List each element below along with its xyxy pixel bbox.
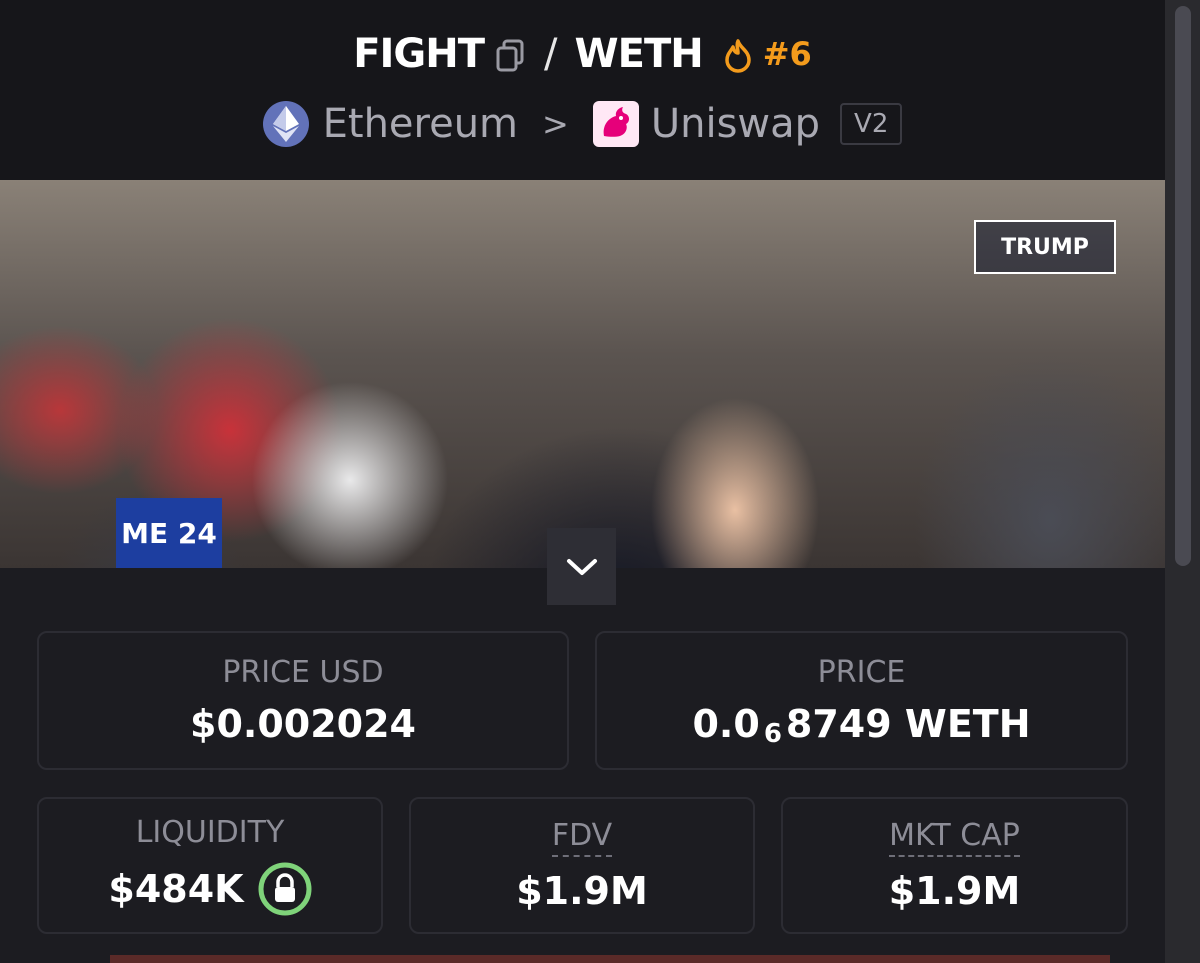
chevron-down-icon (566, 558, 597, 575)
pair-banner-image: TRUMP ME 24 (0, 180, 1165, 568)
copy-icon[interactable] (496, 37, 526, 72)
trending-rank[interactable]: #6 (763, 35, 812, 73)
price-native-prefix: 0.0 (692, 702, 760, 746)
dex-link[interactable]: Uniswap (651, 101, 820, 147)
price-usd-label: PRICE USD (222, 655, 384, 690)
chevron-right-icon: > (542, 105, 569, 143)
liquidity-card: LIQUIDITY $484K (37, 797, 383, 934)
price-usd-value: $0.002024 (190, 702, 416, 746)
chain-link[interactable]: Ethereum (323, 101, 518, 147)
base-symbol: FIGHT (353, 31, 485, 77)
price-native-value: 0.0 6 8749 WETH (692, 702, 1031, 749)
lock-icon[interactable] (258, 862, 312, 916)
pair-title: FIGHT / WETH #6 (0, 28, 1165, 80)
mkt-cap-value: $1.9M (888, 869, 1021, 913)
scrollbar-thumb[interactable] (1175, 6, 1191, 566)
pair-header: FIGHT / WETH #6 Ethereum > Uniswap V2 (0, 0, 1165, 180)
version-badge: V2 (840, 103, 903, 145)
fdv-value: $1.9M (516, 869, 648, 913)
quote-symbol: WETH (574, 31, 704, 77)
uniswap-unicorn-icon (592, 101, 639, 147)
banner-sign: TRUMP (974, 220, 1116, 274)
liquidity-value-row: $484K (108, 862, 312, 916)
price-usd-card: PRICE USD $0.002024 (37, 631, 569, 770)
fire-icon (723, 37, 753, 73)
fdv-card[interactable]: FDV $1.9M (409, 797, 755, 934)
pair-separator: / (544, 31, 558, 77)
price-native-suffix: 8749 WETH (785, 702, 1031, 746)
price-native-card: PRICE 0.0 6 8749 WETH (595, 631, 1128, 770)
liquidity-label: LIQUIDITY (135, 815, 285, 850)
ethereum-icon (262, 101, 309, 147)
price-native-label: PRICE (817, 655, 906, 690)
mkt-cap-label[interactable]: MKT CAP (889, 818, 1020, 857)
price-native-zero-count: 6 (763, 719, 782, 749)
breadcrumb: Ethereum > Uniswap V2 (0, 96, 1165, 152)
collapse-banner-button[interactable] (547, 528, 616, 605)
liquidity-value: $484K (108, 867, 244, 911)
banner-placard: ME 24 (116, 498, 222, 568)
scrollbar[interactable] (1165, 0, 1200, 963)
next-section-edge (110, 955, 1110, 963)
fdv-label[interactable]: FDV (551, 818, 613, 857)
mkt-cap-card[interactable]: MKT CAP $1.9M (781, 797, 1128, 934)
